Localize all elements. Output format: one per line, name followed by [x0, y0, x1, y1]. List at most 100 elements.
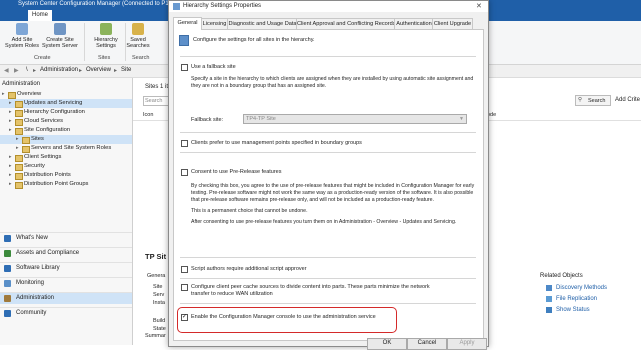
forward-icon[interactable]: ▶ — [14, 67, 19, 74]
admin-service-checkbox[interactable] — [181, 313, 188, 321]
ribbon-group-create: Create — [34, 55, 51, 61]
expand-arrow-icon[interactable]: ▸ — [9, 126, 14, 135]
folder-icon — [15, 110, 23, 117]
peer-cache-label-line1: Configure client peer cache sources to d… — [191, 284, 430, 290]
search-button[interactable]: ⚲ Search — [575, 95, 611, 106]
folder-icon — [15, 101, 23, 108]
peer-cache-label-line2: transfer to reduce WAN utilization — [191, 291, 273, 297]
workspace-icon — [4, 265, 11, 272]
nav-item-label: Distribution Point Groups — [24, 181, 89, 187]
fallback-site-checkbox[interactable] — [181, 64, 188, 71]
prerelease-desc-line2: testing. Pre-release software might not … — [191, 190, 474, 196]
nav-item-label: Security — [24, 163, 45, 169]
fallback-desc-line2: they are not in a boundary group that ha… — [191, 83, 327, 89]
close-icon[interactable]: ✕ — [476, 2, 482, 10]
ribbon-tab-home[interactable]: Home — [28, 10, 52, 21]
breadcrumb-separator-icon: ▸ — [114, 68, 118, 74]
nav-item[interactable]: ▸ Updates and Servicing — [0, 99, 132, 108]
server-add-icon — [16, 23, 28, 35]
back-icon[interactable]: ◀ — [4, 67, 9, 74]
peer-cache-checkbox[interactable] — [181, 284, 188, 291]
section-divider — [180, 257, 476, 258]
prefer-management-points-label: Clients prefer to use management points … — [191, 140, 362, 146]
expand-arrow-icon[interactable]: ▸ — [9, 117, 14, 126]
section-divider — [180, 278, 476, 279]
add-criteria-link[interactable]: Add Crite — [615, 97, 640, 103]
workspace-label: Software Library — [16, 265, 60, 271]
breadcrumb-separator-icon: ▸ — [79, 68, 83, 74]
ok-button[interactable]: OK — [367, 338, 407, 350]
workspace-icon — [4, 250, 11, 257]
show-status-link[interactable]: Show Status — [556, 307, 590, 313]
tab-diagnostic-usage-data[interactable]: Diagnostic and Usage Data — [227, 18, 298, 29]
workspace-item[interactable]: What's New — [0, 232, 132, 244]
expand-arrow-icon[interactable]: ▸ — [9, 99, 14, 108]
folder-icon — [22, 137, 30, 144]
tab-client-approval[interactable]: Client Approval and Conflicting Records — [296, 18, 396, 29]
folder-icon — [22, 146, 30, 153]
nav-header: Administration — [2, 81, 41, 87]
search-placeholder-left: Search — [145, 98, 163, 104]
prerelease-desc-line4: This is a permanent choice that cannot b… — [191, 208, 308, 214]
breadcrumb-site[interactable]: Site — [121, 67, 131, 73]
tab-authentication[interactable]: Authentication — [394, 18, 434, 29]
expand-arrow-icon[interactable]: ▸ — [16, 135, 21, 144]
expand-arrow-icon[interactable]: ▸ — [2, 90, 7, 99]
expand-arrow-icon[interactable]: ▸ — [9, 180, 14, 189]
breadcrumb-separator-icon: ▸ — [33, 68, 37, 74]
nav-item-label: Updates and Servicing — [24, 100, 83, 106]
detail-line: Summar — [145, 333, 166, 339]
workspace-label: What's New — [16, 235, 48, 241]
add-site-system-roles-button[interactable]: Add Site System Roles — [2, 23, 42, 53]
workspace-item[interactable]: Software Library — [0, 262, 132, 274]
workspace-item[interactable]: Community — [0, 307, 132, 319]
workspace-item[interactable]: Monitoring — [0, 277, 132, 289]
folder-icon — [15, 128, 23, 135]
prerelease-consent-checkbox[interactable] — [181, 169, 188, 176]
hierarchy-icon — [100, 23, 112, 35]
nav-item[interactable]: ▸ Site Configuration — [0, 126, 132, 135]
tab-general[interactable]: General — [173, 17, 202, 30]
workspace-label: Community — [16, 310, 47, 316]
navigation-pane: Administration ▸ Overview ▸ Updates and Ser… — [0, 78, 133, 345]
breadcrumb-administration[interactable]: Administration — [40, 67, 78, 73]
nav-item[interactable]: ▸ Distribution Point Groups — [0, 180, 132, 189]
expand-arrow-icon[interactable]: ▸ — [9, 162, 14, 171]
folder-icon — [15, 155, 23, 162]
expand-arrow-icon[interactable]: ▸ — [9, 171, 14, 180]
list-header: Sites 1 it — [145, 84, 169, 90]
tab-client-upgrade[interactable]: Client Upgrade — [432, 18, 473, 29]
nav-item[interactable]: ▸ Hierarchy Configuration — [0, 108, 132, 117]
discovery-methods-link[interactable]: Discovery Methods — [556, 285, 607, 291]
fallback-site-select[interactable]: TP4-TP Site ▼ — [243, 114, 467, 124]
workspace-item[interactable]: Assets and Compliance — [0, 247, 132, 259]
nav-item[interactable]: ▸ Cloud Services — [0, 117, 132, 126]
breadcrumb-overview[interactable]: Overview — [86, 67, 111, 73]
prerelease-desc-line5: After consenting to use pre-release feat… — [191, 219, 457, 225]
expand-arrow-icon[interactable]: ▸ — [9, 108, 14, 117]
tab-licensing[interactable]: Licensing — [200, 18, 229, 29]
file-replication-link[interactable]: File Replication — [556, 296, 597, 302]
apply-button[interactable]: Apply — [447, 338, 487, 350]
create-site-system-server-button[interactable]: Create Site System Server — [38, 23, 82, 53]
admin-service-label: Enable the Configuration Manager console… — [191, 314, 376, 320]
column-icon[interactable]: Icon — [143, 112, 153, 118]
prefer-management-points-checkbox[interactable] — [181, 140, 188, 147]
workspace-item[interactable]: Administration — [0, 292, 132, 304]
cancel-button[interactable]: Cancel — [407, 338, 447, 350]
hierarchy-settings-icon — [179, 35, 189, 46]
detail-line: State — [153, 326, 166, 332]
nav-item[interactable]: ▸ Client Settings — [0, 153, 132, 162]
expand-arrow-icon[interactable]: ▸ — [9, 153, 14, 162]
expand-arrow-icon[interactable]: ▸ — [16, 144, 21, 153]
ribbon-group-search: Search — [132, 55, 150, 61]
script-approver-checkbox[interactable] — [181, 266, 188, 273]
nav-item[interactable]: ▸ Distribution Points — [0, 171, 132, 180]
intro-text: Configure the settings for all sites in … — [193, 37, 315, 43]
nav-item[interactable]: ▸ Sites — [0, 135, 132, 144]
saved-searches-button[interactable]: Saved Searches — [118, 23, 158, 53]
breadcrumb-root[interactable]: \ — [26, 67, 28, 73]
nav-item[interactable]: ▸ Security — [0, 162, 132, 171]
nav-item[interactable]: ▸ Servers and Site System Roles — [0, 144, 132, 153]
nav-item[interactable]: ▸ Overview — [0, 90, 132, 99]
